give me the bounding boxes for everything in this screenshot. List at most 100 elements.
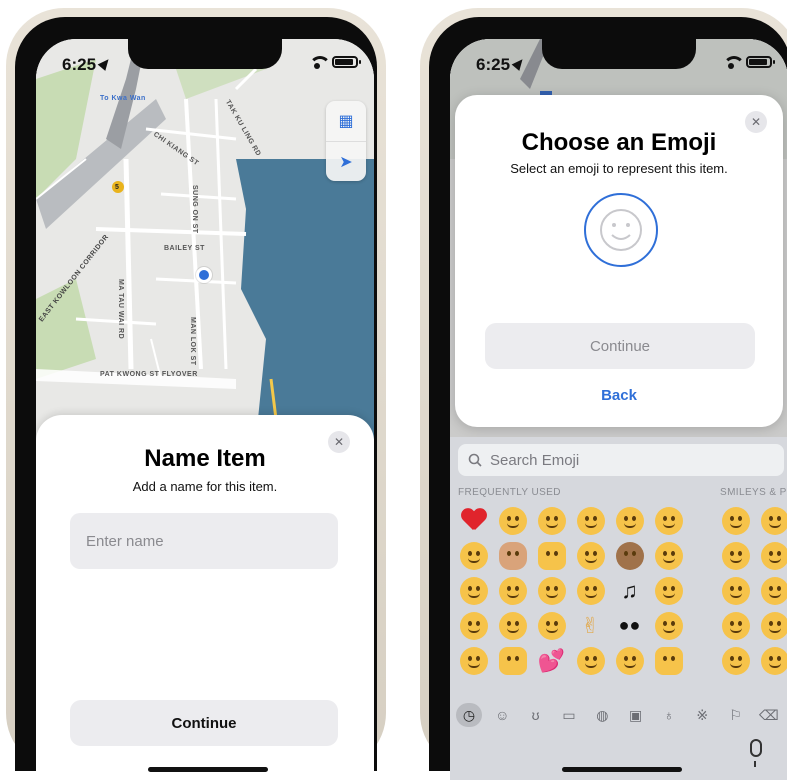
emoji-key[interactable] bbox=[651, 538, 686, 573]
emoji-key[interactable] bbox=[651, 573, 686, 608]
ball-icon[interactable]: ◍ bbox=[589, 703, 615, 727]
screen-name-item: To Kwa Wan EAST KOWLOON CORRIDOR MA TAU … bbox=[36, 39, 374, 780]
emoji-key[interactable] bbox=[718, 608, 753, 643]
emoji-key[interactable]: ●● bbox=[612, 608, 647, 643]
lightbulb-icon[interactable]: ♁ bbox=[656, 703, 682, 727]
emoji-key[interactable] bbox=[495, 608, 530, 643]
rofl-face-icon bbox=[761, 612, 787, 640]
food-icon[interactable]: ▭ bbox=[556, 703, 582, 727]
emoji-key[interactable] bbox=[651, 503, 686, 538]
status-indicators bbox=[722, 56, 772, 68]
emoji-key[interactable] bbox=[534, 538, 569, 573]
emoji-key[interactable] bbox=[495, 538, 530, 573]
emoji-key[interactable] bbox=[534, 608, 569, 643]
grinning-face-icon bbox=[722, 507, 750, 535]
map-controls: ▦ ➤ bbox=[326, 101, 366, 181]
sweat-smile-face-icon bbox=[761, 647, 787, 675]
backspace-icon[interactable]: ⌫ bbox=[756, 703, 782, 727]
emoji-key[interactable] bbox=[573, 538, 608, 573]
back-button[interactable]: Back bbox=[455, 387, 783, 404]
emoji-key[interactable] bbox=[495, 503, 530, 538]
emoji-key[interactable] bbox=[456, 643, 491, 678]
emoji-key[interactable] bbox=[573, 643, 608, 678]
emoji-key[interactable] bbox=[456, 538, 491, 573]
flag-icon[interactable]: ⚐ bbox=[723, 703, 749, 727]
emoji-key[interactable]: ♫ bbox=[612, 573, 647, 608]
victory-hand-icon: ✌ bbox=[581, 613, 599, 639]
phone-right: ✕ Choose an Emoji Select an emoji to rep… bbox=[420, 8, 787, 771]
emoji-key[interactable] bbox=[757, 643, 787, 678]
emoji-key[interactable] bbox=[757, 538, 787, 573]
emoji-key[interactable] bbox=[456, 503, 491, 538]
eyes-icon: ●● bbox=[619, 615, 641, 636]
sunglasses-face-icon bbox=[499, 507, 527, 535]
emoji-search-field[interactable]: Search Emoji bbox=[458, 444, 784, 476]
name-input[interactable] bbox=[70, 513, 338, 569]
emoji-key[interactable] bbox=[718, 643, 753, 678]
kissing-face-icon bbox=[460, 647, 488, 675]
emoji-key[interactable] bbox=[718, 503, 753, 538]
person-tipping-hand-icon bbox=[499, 542, 527, 570]
emoji-key[interactable] bbox=[651, 608, 686, 643]
animal-icon[interactable]: ʊ bbox=[523, 703, 549, 727]
smiley-placeholder-icon bbox=[599, 208, 643, 252]
map-label-pat-kwong: PAT KWONG ST FLYOVER bbox=[100, 371, 198, 378]
location-arrow-icon[interactable]: ➤ bbox=[326, 141, 366, 181]
emoji-grid-frequent: ♫ ✌ ●● 💕 bbox=[456, 503, 686, 678]
smiling-eyes-face-icon bbox=[460, 612, 488, 640]
winking-tongue-face-icon bbox=[655, 577, 683, 605]
notch bbox=[128, 39, 282, 69]
name-item-sheet: ✕ Name Item Add a name for this item. Co… bbox=[36, 415, 374, 780]
screen-choose-emoji: ✕ Choose an Emoji Select an emoji to rep… bbox=[450, 39, 787, 780]
emoji-key[interactable]: ✌ bbox=[573, 608, 608, 643]
map-label-bailey-st: BAILEY ST bbox=[164, 245, 205, 252]
battery-icon bbox=[746, 56, 772, 68]
clock-icon[interactable]: ◷ bbox=[456, 703, 482, 727]
emoji-key[interactable] bbox=[612, 643, 647, 678]
emoji-key[interactable] bbox=[573, 503, 608, 538]
microphone-icon[interactable] bbox=[750, 739, 762, 757]
time-text: 6:25 bbox=[62, 55, 96, 74]
car-icon[interactable]: ▣ bbox=[623, 703, 649, 727]
phone-bezel: To Kwa Wan EAST KOWLOON CORRIDOR MA TAU … bbox=[15, 17, 377, 771]
emoji-key[interactable] bbox=[534, 573, 569, 608]
emoji-key[interactable] bbox=[612, 538, 647, 573]
emoji-key[interactable] bbox=[495, 573, 530, 608]
heart-eyes-face-icon bbox=[460, 542, 488, 570]
emoji-key[interactable] bbox=[534, 503, 569, 538]
sheet-title: Name Item bbox=[36, 445, 374, 473]
continue-button[interactable]: Continue bbox=[485, 323, 755, 369]
unamused-face-icon bbox=[538, 507, 566, 535]
battery-icon bbox=[332, 56, 358, 68]
status-indicators bbox=[308, 56, 358, 68]
emoji-key[interactable] bbox=[757, 608, 787, 643]
emoji-key[interactable] bbox=[456, 573, 491, 608]
continue-button[interactable]: Continue bbox=[70, 700, 338, 746]
ok-hand-icon bbox=[538, 542, 566, 570]
beaming-face-icon bbox=[655, 542, 683, 570]
emoji-key[interactable] bbox=[456, 608, 491, 643]
two-hearts-icon: 💕 bbox=[538, 648, 565, 674]
emoji-key[interactable] bbox=[718, 573, 753, 608]
home-indicator[interactable] bbox=[562, 767, 682, 772]
wifi-icon bbox=[722, 56, 740, 68]
emoji-key[interactable] bbox=[718, 538, 753, 573]
emoji-key[interactable] bbox=[612, 503, 647, 538]
emoji-key[interactable] bbox=[495, 643, 530, 678]
yum-face-icon bbox=[655, 612, 683, 640]
expressionless-face-icon bbox=[616, 647, 644, 675]
smiley-icon[interactable]: ☺ bbox=[489, 703, 515, 727]
map-mode-icon[interactable]: ▦ bbox=[326, 101, 366, 141]
emoji-picker-button[interactable] bbox=[584, 193, 658, 267]
joy-face-icon bbox=[761, 577, 787, 605]
emoji-key[interactable] bbox=[757, 573, 787, 608]
section-frequently-used: FREQUENTLY USED bbox=[458, 487, 561, 498]
grinning-big-eyes-face-icon bbox=[722, 542, 750, 570]
emoji-key[interactable] bbox=[757, 503, 787, 538]
symbols-icon[interactable]: ※ bbox=[689, 703, 715, 727]
emoji-key[interactable] bbox=[573, 573, 608, 608]
emoji-key[interactable] bbox=[651, 643, 686, 678]
sheet-subtitle: Add a name for this item. bbox=[36, 479, 374, 494]
emoji-key[interactable]: 💕 bbox=[534, 643, 569, 678]
home-indicator[interactable] bbox=[148, 767, 268, 772]
